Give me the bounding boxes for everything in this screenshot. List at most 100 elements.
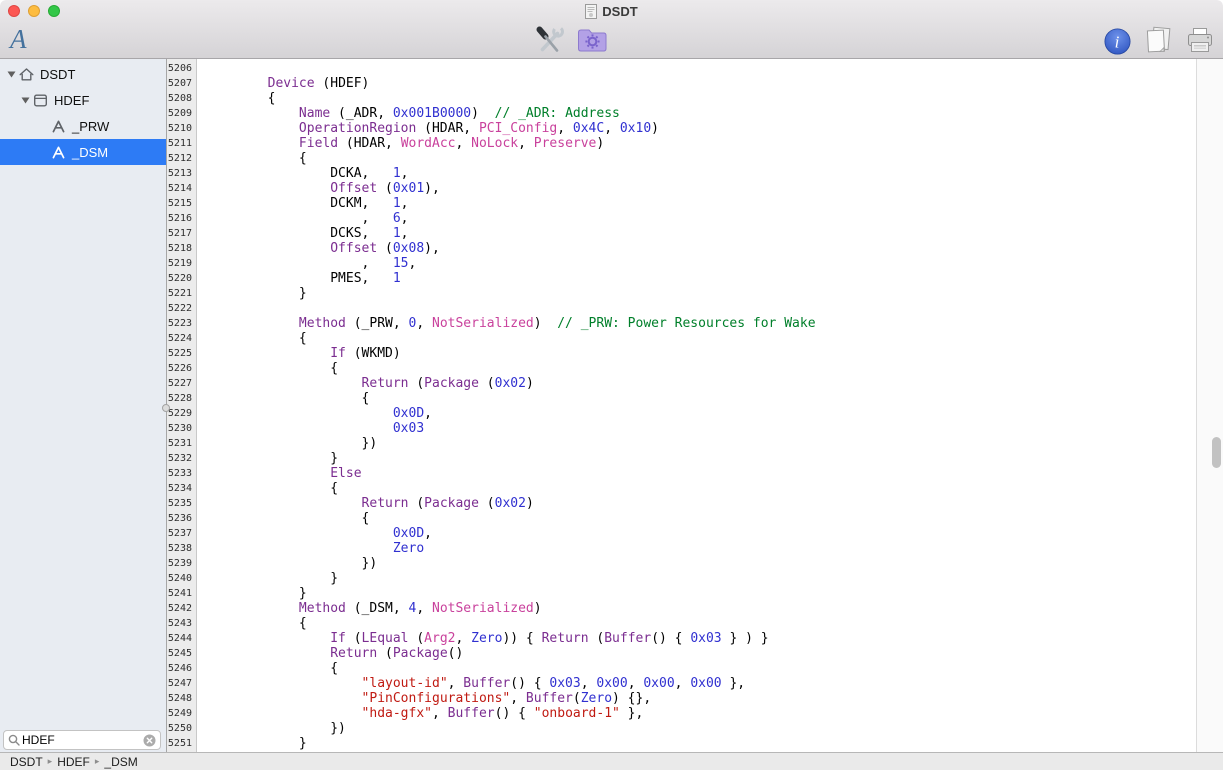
code-token: ), — [424, 241, 440, 256]
code-line[interactable]: , 6, — [205, 211, 1196, 226]
code-line[interactable] — [205, 301, 1196, 316]
documents-icon[interactable] — [1140, 26, 1176, 56]
code-token: Name — [298, 106, 331, 121]
code-line[interactable]: OperationRegion (HDAR, PCI_Config, 0x4C,… — [205, 121, 1196, 136]
line-number: 5227 — [167, 378, 192, 389]
code-line[interactable]: Method (_PRW, 0, NotSerialized) // _PRW:… — [205, 316, 1196, 331]
scrollbar-thumb[interactable] — [1212, 437, 1221, 468]
code-line[interactable]: Device (HDEF) — [205, 76, 1196, 91]
code-line[interactable]: } — [205, 736, 1196, 751]
code-line[interactable]: { — [205, 661, 1196, 676]
code-line[interactable]: Return (Package() — [205, 646, 1196, 661]
line-number: 5229 — [167, 408, 192, 419]
code-line[interactable]: DCKS, 1, — [205, 226, 1196, 241]
font-button[interactable]: A — [10, 22, 27, 56]
vertical-scrollbar[interactable] — [1196, 59, 1223, 752]
code-token: Else — [330, 466, 362, 481]
breadcrumb-item-dsm[interactable]: _DSM — [104, 755, 137, 769]
code-line[interactable]: , 15, — [205, 256, 1196, 271]
code-token: Zero — [580, 691, 613, 706]
code-line[interactable]: 0x03 — [205, 421, 1196, 436]
code-line[interactable]: "layout-id", Buffer() { 0x03, 0x00, 0x00… — [205, 676, 1196, 691]
splitter-handle[interactable] — [162, 404, 170, 412]
code-token: 0x00 — [690, 676, 722, 691]
clear-search-icon[interactable] — [143, 734, 156, 747]
search-field[interactable] — [3, 730, 161, 750]
code-token: ) {}, — [612, 691, 652, 706]
code-token: Device — [267, 76, 315, 91]
breadcrumb-item-dsdt[interactable]: DSDT — [10, 755, 43, 769]
tree-item-dsdt[interactable]: DSDT — [0, 61, 166, 87]
code-line[interactable]: { — [205, 511, 1196, 526]
code-line[interactable]: Zero — [205, 541, 1196, 556]
code-line[interactable] — [205, 61, 1196, 76]
disclosure-triangle-icon[interactable] — [4, 70, 18, 78]
search-input[interactable] — [20, 733, 143, 747]
code-line[interactable]: 0x0D, — [205, 526, 1196, 541]
code-line[interactable]: "hda-gfx", Buffer() { "onboard-1" }, — [205, 706, 1196, 721]
code-token: , — [400, 226, 409, 241]
code-line[interactable]: { — [205, 361, 1196, 376]
tree-item-label: HDEF — [54, 92, 90, 108]
code-line[interactable]: PMES, 1 — [205, 271, 1196, 286]
code-token: NotSerialized — [432, 316, 534, 331]
title-bar[interactable]: DSDT — [0, 0, 1223, 22]
code-line[interactable]: DCKA, 1, — [205, 166, 1196, 181]
compile-tools-icon[interactable] — [533, 25, 565, 55]
code-line[interactable]: If (WKMD) — [205, 346, 1196, 361]
document-proxy-icon[interactable] — [585, 3, 598, 19]
line-number: 5224 — [167, 333, 192, 344]
code-line[interactable]: } — [205, 451, 1196, 466]
line-number: 5216 — [167, 213, 192, 224]
patch-folder-gear-icon[interactable] — [576, 26, 608, 54]
code-token: } — [205, 571, 339, 586]
code-line[interactable]: { — [205, 151, 1196, 166]
code-line[interactable]: }) — [205, 721, 1196, 736]
disclosure-triangle-icon[interactable] — [18, 96, 32, 104]
line-number: 5210 — [167, 123, 192, 134]
info-icon[interactable]: i — [1104, 27, 1131, 55]
tree-item-dsm[interactable]: _DSM — [0, 139, 166, 165]
code-token: Package — [424, 496, 479, 511]
method-icon — [50, 144, 67, 161]
code-token: (HDAR, — [416, 121, 479, 136]
code-line[interactable]: { — [205, 391, 1196, 406]
code-line[interactable]: Method (_DSM, 4, NotSerialized) — [205, 601, 1196, 616]
code-line[interactable]: Field (HDAR, WordAcc, NoLock, Preserve) — [205, 136, 1196, 151]
code-line[interactable]: Else — [205, 466, 1196, 481]
code-token: Zero — [471, 631, 503, 646]
code-line[interactable]: Offset (0x01), — [205, 181, 1196, 196]
code-line[interactable]: 0x0D, — [205, 406, 1196, 421]
code-line[interactable]: { — [205, 331, 1196, 346]
printer-icon[interactable] — [1185, 27, 1215, 55]
code-line[interactable]: } — [205, 586, 1196, 601]
code-line[interactable]: } — [205, 286, 1196, 301]
code-line[interactable]: If (LEqual (Arg2, Zero)) { Return (Buffe… — [205, 631, 1196, 646]
tree-item-prw[interactable]: _PRW — [0, 113, 166, 139]
code-line[interactable]: DCKM, 1, — [205, 196, 1196, 211]
code-line[interactable]: Offset (0x08), — [205, 241, 1196, 256]
code-line[interactable]: Name (_ADR, 0x001B0000) // _ADR: Address — [205, 106, 1196, 121]
code-token: ) — [651, 121, 659, 136]
code-token: Method — [298, 316, 346, 331]
code-line[interactable]: { — [205, 481, 1196, 496]
code-line[interactable]: Return (Package (0x02) — [205, 376, 1196, 391]
breadcrumb-item-hdef[interactable]: HDEF — [57, 755, 90, 769]
line-number: 5249 — [167, 708, 192, 719]
code-line[interactable]: { — [205, 616, 1196, 631]
code-line[interactable]: }) — [205, 556, 1196, 571]
code-line[interactable]: }) — [205, 436, 1196, 451]
code-token: ( — [588, 631, 605, 646]
device-icon — [32, 92, 49, 109]
code-token: { — [205, 661, 339, 676]
tree-item-hdef[interactable]: HDEF — [0, 87, 166, 113]
code-line[interactable]: { — [205, 91, 1196, 106]
code-line[interactable]: } — [205, 571, 1196, 586]
code-line[interactable]: Return (Package (0x02) — [205, 496, 1196, 511]
code-line[interactable]: "PinConfigurations", Buffer(Zero) {}, — [205, 691, 1196, 706]
code-editor[interactable]: Device (HDEF) { Name (_ADR, 0x001B0000) … — [197, 59, 1196, 752]
